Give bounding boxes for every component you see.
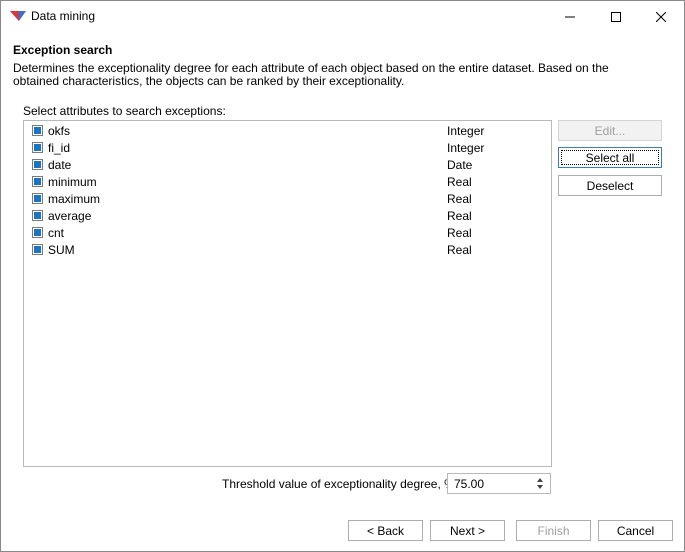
minimize-button[interactable] [547, 1, 593, 32]
finish-button[interactable]: Finish [516, 520, 591, 541]
threshold-value[interactable]: 75.00 [454, 477, 484, 491]
edit-button[interactable]: Edit... [558, 120, 662, 141]
attribute-row[interactable]: date Date [24, 156, 551, 173]
attribute-row[interactable]: cnt Real [24, 224, 551, 241]
attributes-list-label: Select attributes to search exceptions: [23, 104, 226, 118]
attribute-row[interactable]: SUM Real [24, 241, 551, 258]
deselect-button[interactable]: Deselect [558, 175, 662, 196]
attribute-row[interactable]: fi_id Integer [24, 139, 551, 156]
attribute-name: average [48, 209, 92, 223]
attribute-name: fi_id [48, 141, 71, 155]
cancel-button[interactable]: Cancel [598, 520, 673, 541]
close-icon [656, 11, 666, 22]
attribute-type: Real [447, 243, 472, 257]
window-title: Data mining [31, 9, 96, 23]
back-button[interactable]: < Back [348, 520, 423, 541]
maximize-button[interactable] [593, 1, 639, 32]
attribute-row[interactable]: average Real [24, 207, 551, 224]
title-bar: Data mining [1, 1, 684, 32]
spin-down-icon[interactable] [537, 485, 543, 489]
attribute-name: okfs [48, 124, 71, 138]
attribute-checkbox[interactable] [32, 159, 43, 170]
attribute-row[interactable]: maximum Real [24, 190, 551, 207]
attribute-type: Integer [447, 141, 485, 155]
attribute-row[interactable]: okfs Integer [24, 122, 551, 139]
data-mining-dialog: Data mining Exception search Determines … [0, 0, 685, 552]
maximize-icon [611, 11, 621, 22]
focus-ring [561, 150, 659, 165]
attribute-type: Real [447, 175, 472, 189]
threshold-spinbox[interactable]: 75.00 [447, 473, 551, 494]
attribute-checkbox[interactable] [32, 244, 43, 255]
app-logo-icon [10, 11, 26, 21]
minimize-icon [565, 16, 575, 17]
attributes-list[interactable]: okfs Integer fi_id Integer date Date min… [23, 120, 552, 467]
attribute-checkbox[interactable] [32, 210, 43, 221]
attribute-type: Real [447, 209, 472, 223]
attribute-name: cnt [48, 226, 65, 240]
attribute-name: date [48, 158, 72, 172]
attribute-name: SUM [48, 243, 75, 257]
select-all-button[interactable]: Select all [558, 147, 662, 168]
attribute-type: Integer [447, 124, 485, 138]
attribute-name: minimum [48, 175, 97, 189]
attribute-checkbox[interactable] [32, 193, 43, 204]
attribute-checkbox[interactable] [32, 125, 43, 136]
page-title: Exception search [13, 43, 113, 57]
attribute-checkbox[interactable] [32, 176, 43, 187]
spin-up-icon[interactable] [537, 478, 543, 482]
attribute-type: Real [447, 226, 472, 240]
attribute-row[interactable]: minimum Real [24, 173, 551, 190]
attribute-checkbox[interactable] [32, 142, 43, 153]
attribute-type: Date [447, 158, 473, 172]
close-button[interactable] [638, 1, 684, 32]
threshold-label: Threshold value of exceptionality degree… [222, 477, 459, 491]
page-description: Determines the exceptionality degree for… [13, 61, 609, 88]
next-button[interactable]: Next > [430, 520, 505, 541]
attribute-checkbox[interactable] [32, 227, 43, 238]
attribute-name: maximum [48, 192, 101, 206]
attribute-type: Real [447, 192, 472, 206]
